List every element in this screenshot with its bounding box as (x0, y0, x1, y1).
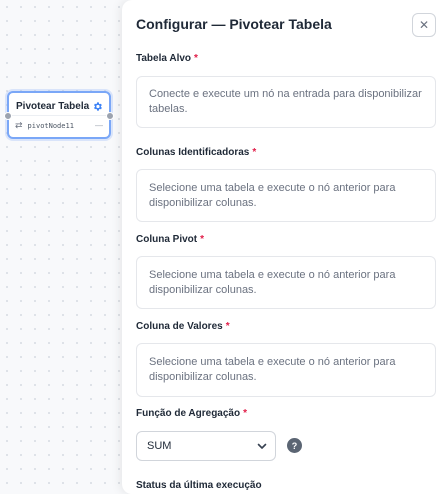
required-mark: * (252, 147, 257, 158)
aggregation-selected-value: SUM (147, 440, 172, 452)
pivot-column-empty-state: Selecione uma tabela e execute o nó ante… (136, 256, 436, 309)
value-column-label: Coluna de Valores * (136, 321, 230, 332)
last-run-status-label: Status da última execução (136, 480, 262, 491)
node-title: Pivotear Tabela (16, 100, 90, 112)
aggregation-select[interactable]: SUM (136, 431, 276, 461)
required-mark: * (200, 234, 205, 245)
pivot-node[interactable]: Pivotear Tabela ⇄ pivotNode11 — (4, 91, 114, 139)
swap-arrows-icon: ⇄ (15, 120, 23, 130)
id-columns-empty-state: Selecione uma tabela e execute o nó ante… (136, 169, 436, 222)
required-mark: * (225, 321, 230, 332)
value-column-empty-state: Selecione uma tabela e execute o nó ante… (136, 343, 436, 397)
close-icon: ✕ (418, 18, 430, 32)
gear-icon[interactable] (92, 101, 103, 112)
target-table-label: Tabela Alvo * (136, 53, 198, 64)
output-handle[interactable] (106, 112, 114, 120)
id-columns-label: Colunas Identificadoras * (136, 147, 257, 158)
panel-title: Configurar — Pivotear Tabela (136, 16, 332, 32)
node-id: pivotNode11 (27, 121, 74, 130)
required-mark: * (243, 408, 248, 419)
node-header: Pivotear Tabela (9, 93, 109, 115)
config-panel: Configurar — Pivotear Tabela ✕ Tabela Al… (122, 0, 447, 494)
required-mark: * (194, 53, 198, 64)
close-button[interactable]: ✕ (412, 13, 436, 37)
pivot-column-label: Coluna Pivot * (136, 234, 205, 245)
help-icon[interactable]: ? (287, 438, 302, 453)
node-status: — (95, 121, 103, 130)
target-table-empty-state: Conecte e execute um nó na entrada para … (136, 76, 436, 128)
input-handle[interactable] (4, 112, 12, 120)
chevron-down-icon (257, 443, 267, 449)
aggregation-label: Função de Agregação * (136, 408, 248, 419)
node-id-row: ⇄ pivotNode11 — (9, 115, 109, 135)
